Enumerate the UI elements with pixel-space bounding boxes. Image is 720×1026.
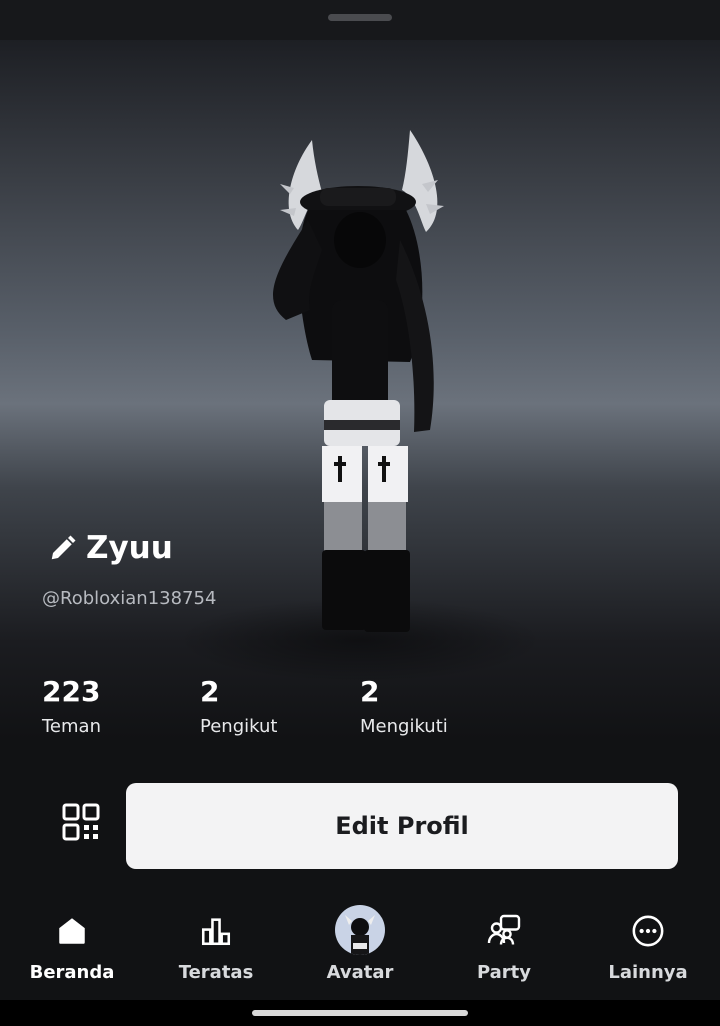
stat-value: 2 bbox=[200, 675, 220, 708]
edit-profile-button[interactable]: Edit Profil bbox=[126, 783, 678, 869]
display-name-text: Zyuu bbox=[86, 530, 173, 566]
nav-item-avatar[interactable]: Avatar bbox=[288, 893, 432, 1000]
nav-label: Avatar bbox=[326, 962, 394, 983]
pencil-edit-icon[interactable] bbox=[48, 533, 78, 563]
qr-code-icon bbox=[62, 803, 100, 841]
drag-handle[interactable] bbox=[328, 14, 392, 21]
system-navigation-bar bbox=[0, 1000, 720, 1026]
home-indicator[interactable] bbox=[252, 1010, 468, 1016]
nav-label: Party bbox=[476, 962, 532, 983]
username: @Robloxian138754 bbox=[42, 588, 217, 609]
top-bar bbox=[0, 0, 720, 40]
stat-followers[interactable]: 2 Pengikut bbox=[200, 674, 277, 737]
nav-item-charts[interactable]: Teratas bbox=[144, 893, 288, 1000]
avatar-thumbnail bbox=[335, 905, 385, 955]
avatar-3d-figure bbox=[273, 130, 444, 632]
nav-item-home[interactable]: Beranda bbox=[0, 893, 144, 1000]
display-name[interactable]: Zyuu bbox=[48, 530, 173, 566]
charts-icon bbox=[201, 918, 231, 946]
home-icon bbox=[59, 918, 85, 944]
stat-label: Mengikuti bbox=[360, 716, 448, 737]
nav-label: Beranda bbox=[29, 962, 115, 983]
stat-label: Pengikut bbox=[200, 716, 278, 737]
nav-label: Teratas bbox=[178, 962, 254, 983]
avatar-scene bbox=[0, 40, 720, 740]
stat-value: 2 bbox=[360, 675, 380, 708]
nav-item-more[interactable]: Lainnya bbox=[576, 893, 720, 1000]
nav-label: Lainnya bbox=[608, 962, 688, 983]
stat-friends[interactable]: 223 Teman bbox=[42, 674, 101, 737]
qr-code-button[interactable] bbox=[56, 800, 106, 844]
stat-label: Teman bbox=[42, 716, 101, 737]
stat-value: 223 bbox=[42, 675, 101, 708]
stat-following[interactable]: 2 Mengikuti bbox=[360, 674, 448, 737]
bottom-navigation: Beranda Teratas Avatar Party Lainnya bbox=[0, 893, 720, 1000]
nav-item-party[interactable]: Party bbox=[432, 893, 576, 1000]
more-icon bbox=[632, 915, 664, 947]
party-icon bbox=[487, 914, 521, 945]
